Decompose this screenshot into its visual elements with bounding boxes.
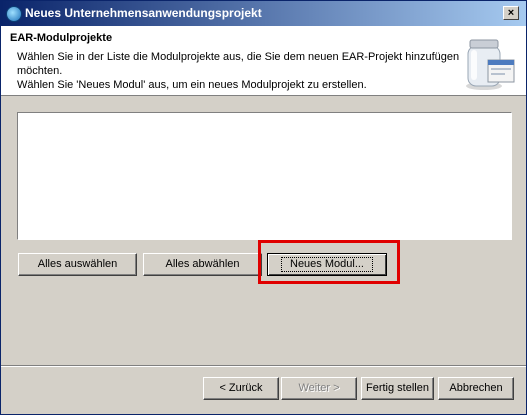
close-button[interactable]: × <box>503 6 519 20</box>
description-line: möchten. <box>17 65 63 77</box>
app-icon <box>6 6 22 22</box>
deselect-all-button[interactable]: Alles abwählen <box>143 253 262 276</box>
module-project-list[interactable] <box>17 112 512 240</box>
page-title: EAR-Modulprojekte <box>10 32 113 44</box>
window-title: Neues Unternehmensanwendungsprojekt <box>25 6 262 20</box>
description-line: Wählen Sie in der Liste die Modulprojekt… <box>17 51 460 63</box>
title-bar[interactable]: Neues Unternehmensanwendungsprojekt × <box>1 1 526 26</box>
page-description: Wählen Sie in der Liste die Modulprojekt… <box>17 50 460 92</box>
next-button[interactable]: Weiter > <box>281 377 357 400</box>
finish-button[interactable]: Fertig stellen <box>361 377 434 400</box>
jar-icon <box>466 39 515 90</box>
separator <box>1 365 526 367</box>
select-all-button[interactable]: Alles auswählen <box>18 253 137 276</box>
back-button[interactable]: < Zurück <box>203 377 279 400</box>
wizard-dialog: Neues Unternehmensanwendungsprojekt × EA… <box>0 0 527 415</box>
wizard-header: EAR-Modulprojekte Wählen Sie in der List… <box>1 26 526 96</box>
highlight-box <box>258 240 400 284</box>
description-line: Wählen Sie 'Neues Modul' aus, um ein neu… <box>17 79 367 91</box>
cancel-button[interactable]: Abbrechen <box>438 377 514 400</box>
